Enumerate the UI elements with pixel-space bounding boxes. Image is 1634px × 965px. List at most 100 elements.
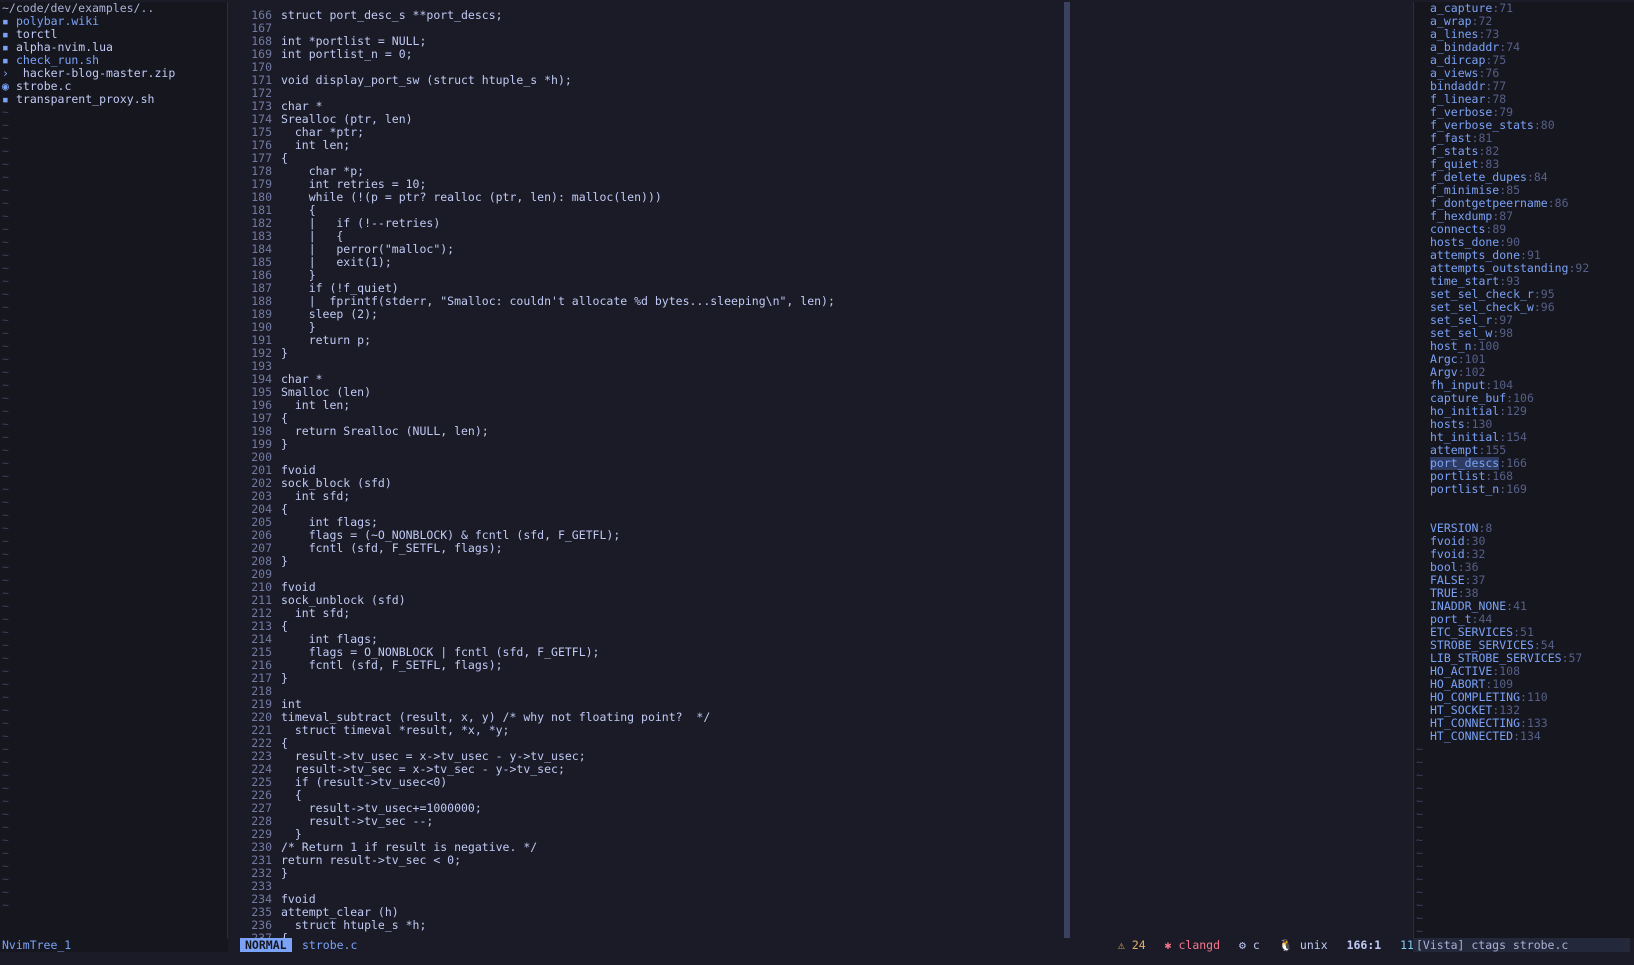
code-line[interactable]: | {: [281, 230, 1401, 243]
code-line[interactable]: int: [281, 698, 1401, 711]
tree-root-path[interactable]: ~/code/dev/examples/..: [0, 2, 227, 15]
vista-tag[interactable]: ETC_SERVICES:51: [1414, 626, 1634, 639]
code-line[interactable]: {: [281, 503, 1401, 516]
code-line[interactable]: void display_port_sw (struct htuple_s *h…: [281, 74, 1401, 87]
code-line[interactable]: timeval_subtract (result, x, y) /* why n…: [281, 711, 1401, 724]
code-line[interactable]: result->tv_usec+=1000000;: [281, 802, 1401, 815]
code-line[interactable]: [281, 451, 1401, 464]
vista-outline-pane[interactable]: a_capture:71 a_wrap:72 a_lines:73 a_bindadd…: [1413, 2, 1634, 938]
code-line[interactable]: return p;: [281, 334, 1401, 347]
code-line[interactable]: | exit(1);: [281, 256, 1401, 269]
vista-tag[interactable]: host_n:100: [1414, 340, 1634, 353]
code-line[interactable]: char *ptr;: [281, 126, 1401, 139]
vista-tag[interactable]: INADDR_NONE:41: [1414, 600, 1634, 613]
tree-item[interactable]: ◉ strobe.c: [0, 80, 227, 93]
vista-tag[interactable]: TRUE:38: [1414, 587, 1634, 600]
vista-tag[interactable]: f_verbose_stats:80: [1414, 119, 1634, 132]
vista-tag[interactable]: fh_input:104: [1414, 379, 1634, 392]
vista-tag[interactable]: fvoid:30: [1414, 535, 1634, 548]
tree-item[interactable]: ▪ check_run.sh: [0, 54, 227, 67]
vista-tag[interactable]: f_dontgetpeername:86: [1414, 197, 1634, 210]
tree-item[interactable]: ▪ torctl: [0, 28, 227, 41]
code-line[interactable]: }: [281, 555, 1401, 568]
code-line[interactable]: int len;: [281, 139, 1401, 152]
code-line[interactable]: sleep (2);: [281, 308, 1401, 321]
code-line[interactable]: }: [281, 269, 1401, 282]
vista-tag[interactable]: HT_SOCKET:132: [1414, 704, 1634, 717]
code-line[interactable]: {: [281, 204, 1401, 217]
vista-tag[interactable]: portlist_n:169: [1414, 483, 1634, 496]
code-line[interactable]: }: [281, 828, 1401, 841]
vista-tag[interactable]: f_delete_dupes:84: [1414, 171, 1634, 184]
vista-tag[interactable]: HT_CONNECTED:134: [1414, 730, 1634, 743]
code-line[interactable]: fvoid: [281, 464, 1401, 477]
code-line[interactable]: | fprintf(stderr, "Smalloc: couldn't all…: [281, 295, 1401, 308]
code-line[interactable]: char *p;: [281, 165, 1401, 178]
tree-item[interactable]: › hacker-blog-master.zip: [0, 67, 227, 80]
code-line[interactable]: int len;: [281, 399, 1401, 412]
vista-tag[interactable]: fvoid:32: [1414, 548, 1634, 561]
code-line[interactable]: struct htuple_s *h;: [281, 919, 1401, 932]
vista-tag[interactable]: a_views:76: [1414, 67, 1634, 80]
code-line[interactable]: int flags;: [281, 516, 1401, 529]
vista-tag[interactable]: a_bindaddr:74: [1414, 41, 1634, 54]
nvimtree-pane[interactable]: ~/code/dev/examples/.. ▪ polybar.wiki ▪ tor…: [0, 2, 228, 938]
code-buffer[interactable]: struct port_desc_s **port_descs; int *por…: [281, 9, 1401, 938]
vista-tag[interactable]: HO_ACTIVE:108: [1414, 665, 1634, 678]
code-line[interactable]: result->tv_sec --;: [281, 815, 1401, 828]
code-line[interactable]: }: [281, 347, 1401, 360]
code-line[interactable]: flags = (~O_NONBLOCK) & fcntl (sfd, F_GE…: [281, 529, 1401, 542]
code-line[interactable]: }: [281, 867, 1401, 880]
vista-tag[interactable]: LIB_STROBE_SERVICES:57: [1414, 652, 1634, 665]
code-line[interactable]: int flags;: [281, 633, 1401, 646]
vista-tag[interactable]: f_quiet:83: [1414, 158, 1634, 171]
vista-tag[interactable]: a_dircap:75: [1414, 54, 1634, 67]
vista-group-macro[interactable]: ▼ ≡ macro: [1414, 509, 1634, 523]
vista-tag[interactable]: attempts_outstanding:92: [1414, 262, 1634, 275]
vista-tag[interactable]: a_capture:71: [1414, 2, 1634, 15]
code-line[interactable]: int sfd;: [281, 490, 1401, 503]
vista-tag[interactable]: HO_ABORT:109: [1414, 678, 1634, 691]
code-line[interactable]: [281, 61, 1401, 74]
vista-tag[interactable]: Argc:101: [1414, 353, 1634, 366]
vista-tag[interactable]: FALSE:37: [1414, 574, 1634, 587]
command-line[interactable]: [0, 952, 1634, 965]
code-line[interactable]: result->tv_sec = x->tv_sec - y->tv_sec;: [281, 763, 1401, 776]
vista-tag[interactable]: HT_CONNECTING:133: [1414, 717, 1634, 730]
vista-tag[interactable]: f_minimise:85: [1414, 184, 1634, 197]
code-line[interactable]: {: [281, 412, 1401, 425]
code-line[interactable]: return Srealloc (NULL, len);: [281, 425, 1401, 438]
vista-tag[interactable]: time_start:93: [1414, 275, 1634, 288]
code-line[interactable]: {: [281, 152, 1401, 165]
code-line[interactable]: Srealloc (ptr, len): [281, 113, 1401, 126]
code-line[interactable]: fcntl (sfd, F_SETFL, flags);: [281, 542, 1401, 555]
code-line[interactable]: [281, 22, 1401, 35]
code-line[interactable]: {: [281, 789, 1401, 802]
code-line[interactable]: }: [281, 321, 1401, 334]
vista-tag[interactable]: set_sel_check_r:95: [1414, 288, 1634, 301]
code-line[interactable]: {: [281, 737, 1401, 750]
vista-tag[interactable]: f_hexdump:87: [1414, 210, 1634, 223]
code-line[interactable]: char *: [281, 100, 1401, 113]
code-line[interactable]: | if (!--retries): [281, 217, 1401, 230]
code-line[interactable]: [281, 87, 1401, 100]
code-line[interactable]: int retries = 10;: [281, 178, 1401, 191]
vista-tag[interactable]: f_stats:82: [1414, 145, 1634, 158]
vista-tag[interactable]: attempt:155: [1414, 444, 1634, 457]
vista-tag[interactable]: bool:36: [1414, 561, 1634, 574]
vista-tag[interactable]: hosts:130: [1414, 418, 1634, 431]
vista-tag[interactable]: VERSION:8: [1414, 522, 1634, 535]
vista-tag[interactable]: connects:89: [1414, 223, 1634, 236]
vista-tag[interactable]: capture_buf:106: [1414, 392, 1634, 405]
code-line[interactable]: }: [281, 672, 1401, 685]
code-line[interactable]: int *portlist = NULL;: [281, 35, 1401, 48]
vista-tag[interactable]: port_t:44: [1414, 613, 1634, 626]
vista-tag[interactable]: a_lines:73: [1414, 28, 1634, 41]
vista-tag[interactable]: portlist:168: [1414, 470, 1634, 483]
code-line[interactable]: sock_unblock (sfd): [281, 594, 1401, 607]
vista-tag[interactable]: set_sel_w:98: [1414, 327, 1634, 340]
code-line[interactable]: }: [281, 438, 1401, 451]
code-line[interactable]: [281, 685, 1401, 698]
vista-tag[interactable]: STROBE_SERVICES:54: [1414, 639, 1634, 652]
code-line[interactable]: result->tv_usec = x->tv_usec - y->tv_use…: [281, 750, 1401, 763]
